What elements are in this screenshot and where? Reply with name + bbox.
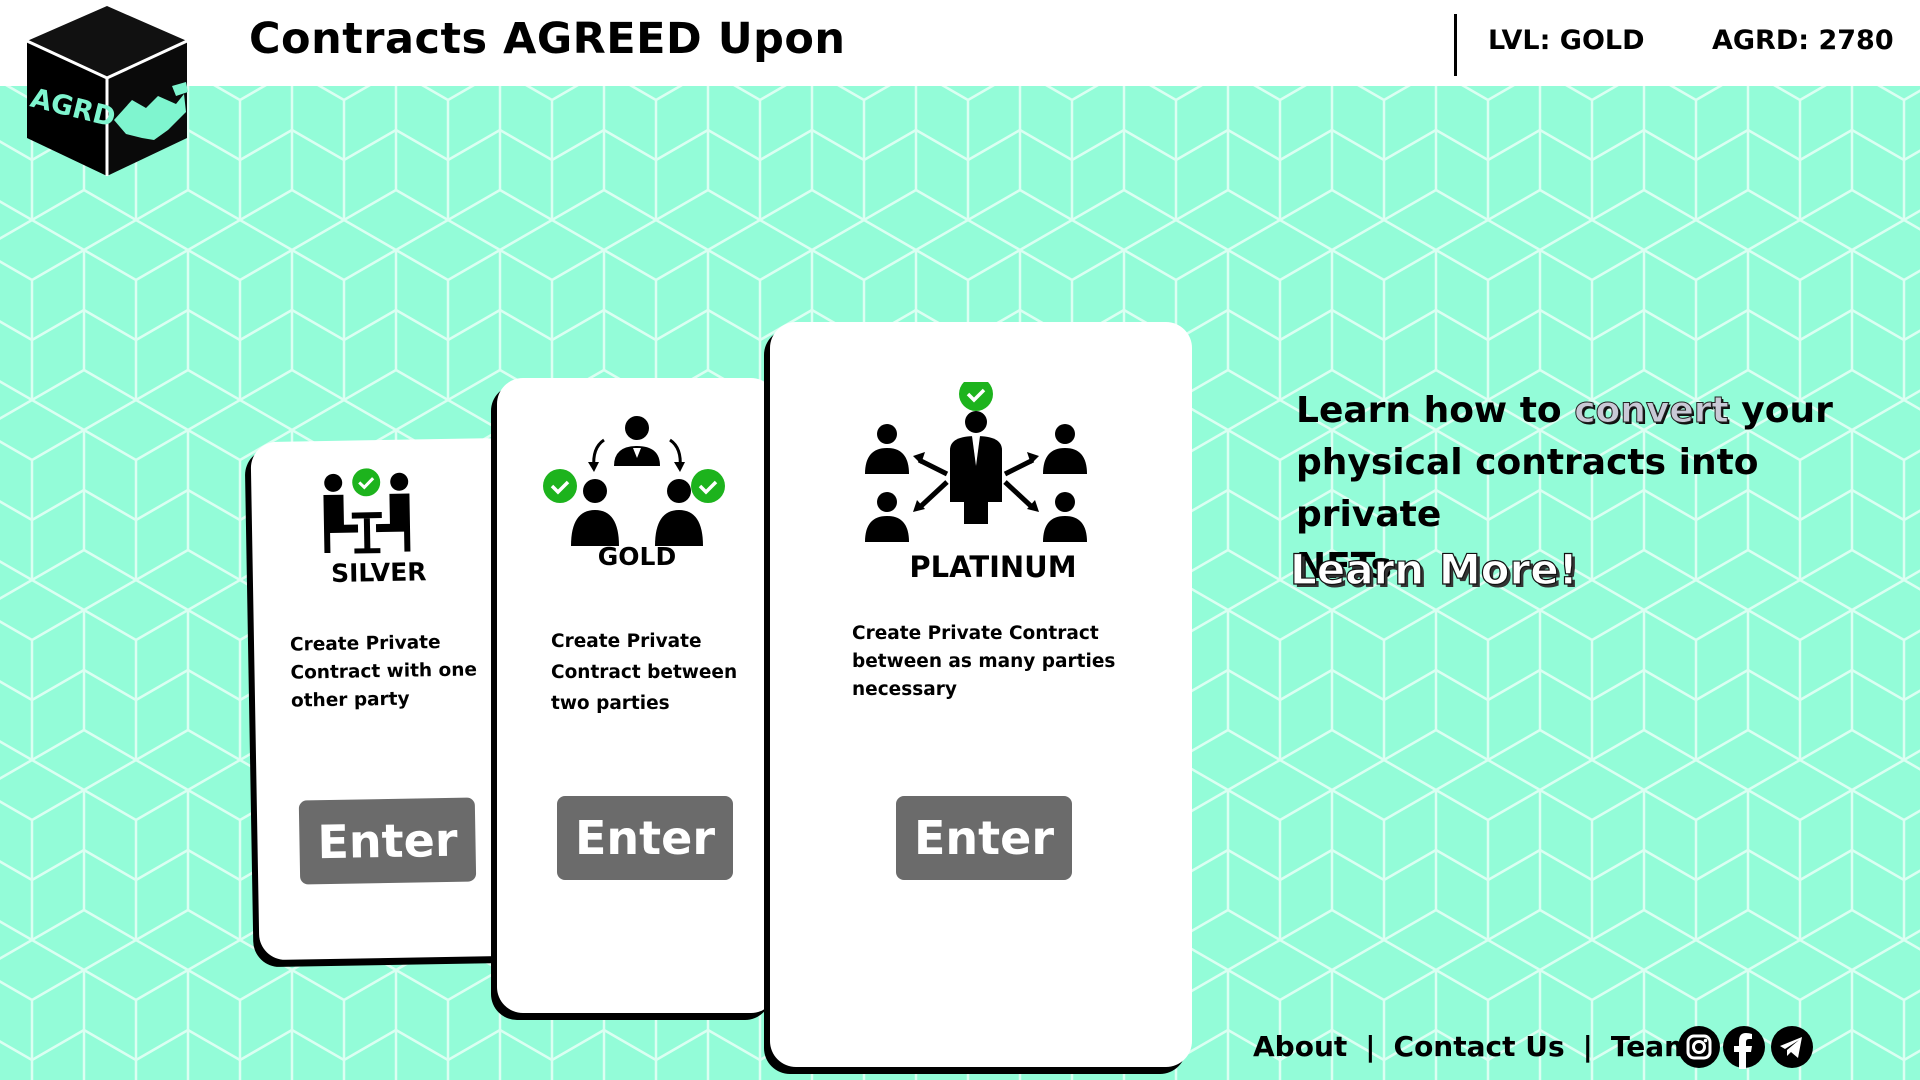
page-title: Contracts AGREED Upon bbox=[249, 14, 846, 64]
top-header: Contracts AGREED Upon LVL: GOLD AGRD: 27… bbox=[0, 0, 1920, 86]
telegram-icon[interactable] bbox=[1770, 1025, 1814, 1069]
platinum-network-icon bbox=[865, 382, 1087, 542]
footer-separator: | bbox=[1365, 1030, 1376, 1063]
promo-highlight-word: convert bbox=[1574, 390, 1730, 432]
instagram-icon[interactable] bbox=[1677, 1025, 1721, 1069]
learn-more-link[interactable]: Learn More! bbox=[1289, 544, 1578, 594]
check-badge-icon bbox=[352, 468, 381, 497]
gold-tier-description: Create Private Contract between two part… bbox=[551, 631, 738, 714]
platinum-tier-description: Create Private Contract between as many … bbox=[852, 623, 1116, 700]
silver-enter-button[interactable]: Enter bbox=[298, 797, 477, 885]
gold-enter-button[interactable]: Enter bbox=[557, 796, 733, 880]
footer-nav: About | Contact Us | Team bbox=[1253, 1030, 1693, 1063]
gold-tier-card: GOLD Create Private Contract between two… bbox=[497, 378, 777, 1013]
platinum-tier-title: PLATINUM bbox=[909, 550, 1077, 584]
user-level: LVL: GOLD bbox=[1488, 25, 1645, 56]
silver-tier-title: SILVER bbox=[330, 557, 427, 588]
header-divider bbox=[1454, 14, 1457, 76]
agrd-logo[interactable]: AGRD bbox=[22, 6, 192, 176]
check-badge-icon bbox=[543, 469, 577, 503]
facebook-icon[interactable] bbox=[1722, 1025, 1766, 1069]
footer-link-about[interactable]: About bbox=[1253, 1030, 1347, 1063]
silver-tier-card: SILVER Create Private Contract with one … bbox=[250, 437, 522, 961]
gold-tier-title: GOLD bbox=[597, 542, 677, 571]
token-balance: AGRD: 2780 bbox=[1712, 25, 1894, 56]
silver-tier-description: Create Private Contract with one other p… bbox=[289, 632, 478, 712]
platinum-enter-button[interactable]: Enter bbox=[896, 796, 1072, 880]
gold-team-icon bbox=[543, 416, 725, 546]
footer-separator: | bbox=[1582, 1030, 1593, 1063]
footer-link-contact[interactable]: Contact Us bbox=[1394, 1030, 1565, 1063]
check-badge-icon bbox=[691, 469, 725, 503]
platinum-tier-card: PLATINUM Create Private Contract between… bbox=[770, 322, 1192, 1067]
silver-meeting-icon bbox=[323, 468, 411, 554]
